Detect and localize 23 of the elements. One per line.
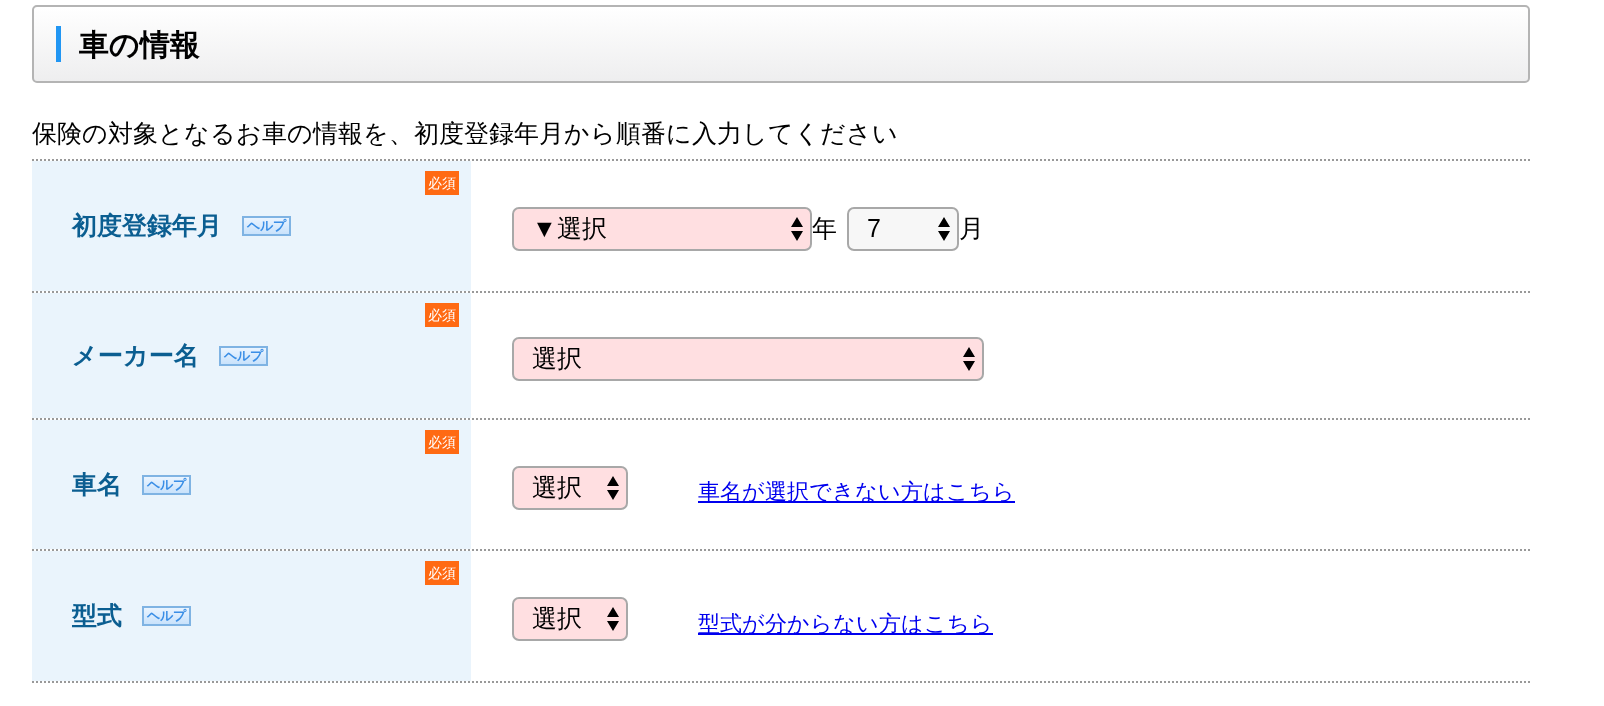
required-badge: 必須 [425, 430, 459, 454]
updown-arrow-icon [790, 215, 804, 243]
unit-label: 月 [959, 213, 984, 245]
field-label: 車名 [72, 468, 122, 500]
field-label: メーカー名 [72, 339, 199, 371]
updown-arrow-icon [606, 605, 620, 633]
required-badge: 必須 [425, 303, 459, 327]
dropdown[interactable]: 7 [847, 207, 959, 251]
dropdown[interactable]: 選択 [512, 597, 628, 641]
required-badge: 必須 [425, 561, 459, 585]
field-label: 初度登録年月 [72, 210, 222, 242]
field-label: 型式 [72, 600, 122, 632]
accent-bar [56, 26, 61, 62]
help-text-link[interactable]: 型式が分からない方はこちら [698, 606, 993, 640]
intro-text: 保険の対象となるお車の情報を、初度登録年月から順番に入力してください [32, 118, 899, 149]
dropdown[interactable]: ▼選択 [512, 207, 812, 251]
required-badge: 必須 [425, 171, 459, 195]
dropdown[interactable]: 選択 [512, 465, 628, 510]
updown-arrow-icon [937, 215, 951, 243]
help-text-link[interactable]: 車名が選択できない方はこちら [698, 475, 1015, 508]
section-title: 車の情報 [79, 26, 200, 63]
dropdown[interactable]: 選択 [512, 336, 984, 381]
unit-label: 年 [812, 213, 837, 245]
